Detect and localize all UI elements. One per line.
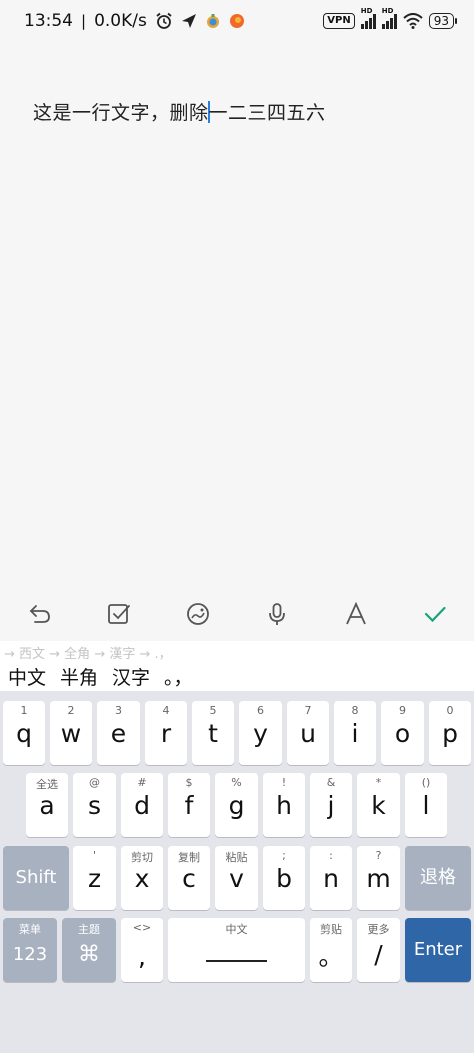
browser-notification-icon xyxy=(229,14,244,28)
done-button[interactable] xyxy=(415,594,455,634)
text-format-icon xyxy=(345,601,366,625)
hd-label-2: HD xyxy=(381,7,394,15)
menu-123-key[interactable]: 菜单 123 xyxy=(3,918,57,982)
key-x[interactable]: 剪切 x xyxy=(121,846,163,910)
checkmark-icon xyxy=(424,606,446,623)
editor-text[interactable]: 这是一行文字，删除一二三四五六 xyxy=(33,98,326,125)
key-g[interactable]: % g xyxy=(215,773,258,837)
ime-composition-hint: → 西文 → 全角 → 漢字 → .， xyxy=(4,647,172,662)
microphone-icon xyxy=(268,603,285,625)
candidate-item[interactable]: 中文 xyxy=(8,663,46,690)
undo-button[interactable] xyxy=(20,594,60,634)
key-h[interactable]: ! h xyxy=(263,773,305,837)
key-a[interactable]: 全选 a xyxy=(26,773,68,837)
status-bar: 13:54 | 0.0K/s VPN HD HD 93 xyxy=(0,0,474,42)
soft-keyboard: 1q 2w 3e 4r 5t 6y 7u 8i 9o 0p 全选 a @ s # d … xyxy=(0,691,474,1053)
key-u[interactable]: 7u xyxy=(287,701,329,765)
space-bar-line xyxy=(206,960,267,962)
editor-toolbar xyxy=(0,587,474,641)
key-e[interactable]: 3e xyxy=(97,701,140,765)
key-y[interactable]: 6y xyxy=(239,701,282,765)
alarm-icon xyxy=(156,12,172,29)
key-w[interactable]: 2w xyxy=(50,701,92,765)
ime-candidate-bar: → 西文 → 全角 → 漢字 → .， 中文 半角 汉字 。， xyxy=(0,641,474,691)
comma-key[interactable]: <>, xyxy=(121,918,163,982)
status-separator: | xyxy=(81,12,87,30)
text-format-button[interactable] xyxy=(336,594,376,634)
note-editor[interactable]: 这是一行文字，删除一二三四五六 xyxy=(0,42,474,587)
text-before-caret: 这是一行文字，删除 xyxy=(33,102,209,124)
candidate-item[interactable]: 半角 xyxy=(60,663,98,690)
key-v[interactable]: 粘贴 v xyxy=(215,846,258,910)
candidate-item[interactable]: 汉字 xyxy=(112,663,150,690)
key-k[interactable]: * k xyxy=(357,773,400,837)
key-z[interactable]: ' z xyxy=(73,846,116,910)
key-d[interactable]: # d xyxy=(121,773,163,837)
key-j[interactable]: & j xyxy=(310,773,352,837)
key-s[interactable]: @ s xyxy=(73,773,116,837)
key-p[interactable]: 0p xyxy=(429,701,471,765)
enter-key[interactable]: Enter xyxy=(405,918,471,982)
signal-icon-1: HD xyxy=(360,7,376,29)
signal-icon-2: HD xyxy=(381,7,397,29)
period-key[interactable]: 剪贴。 xyxy=(310,918,352,982)
undo-icon xyxy=(29,605,50,623)
key-m[interactable]: ? m xyxy=(357,846,400,910)
status-right: VPN HD HD 93 xyxy=(323,7,458,29)
key-r[interactable]: 4r xyxy=(145,701,187,765)
vpn-badge: VPN xyxy=(323,13,355,29)
sticker-icon xyxy=(186,603,209,625)
wifi-icon xyxy=(403,13,423,29)
text-after-caret: 一二三四五六 xyxy=(208,102,326,124)
voice-input-button[interactable] xyxy=(257,594,297,634)
key-l[interactable]: () l xyxy=(405,773,447,837)
space-key[interactable]: 中文 xyxy=(168,918,305,982)
key-i[interactable]: 8i xyxy=(334,701,376,765)
slash-key[interactable]: 更多 / xyxy=(357,918,400,982)
clock: 13:54 xyxy=(24,11,73,31)
sticker-button[interactable] xyxy=(178,594,218,634)
key-t[interactable]: 5t xyxy=(192,701,234,765)
key-o[interactable]: 9o xyxy=(381,701,424,765)
network-speed: 0.0K/s xyxy=(94,11,147,31)
app-notification-icon xyxy=(206,14,219,28)
backspace-key[interactable]: 退格 xyxy=(405,846,471,910)
command-icon: ⌘ xyxy=(78,942,100,967)
key-n[interactable]: :n xyxy=(310,846,352,910)
key-c[interactable]: 复制 c xyxy=(168,846,210,910)
hd-label-1: HD xyxy=(360,7,373,15)
paper-plane-icon xyxy=(181,14,196,28)
key-b[interactable]: ; b xyxy=(263,846,305,910)
status-left: 13:54 | 0.0K/s xyxy=(24,11,245,31)
checklist-icon xyxy=(107,604,130,624)
candidate-item[interactable]: 。， xyxy=(164,663,193,690)
key-q[interactable]: 1q xyxy=(3,701,45,765)
key-f[interactable]: $ f xyxy=(168,773,210,837)
shift-key[interactable]: Shift xyxy=(3,846,69,910)
theme-key[interactable]: 主题 ⌘ xyxy=(62,918,116,982)
candidate-list: 中文 半角 汉字 。， xyxy=(8,663,193,690)
battery-indicator: 93 xyxy=(428,13,458,29)
checklist-button[interactable] xyxy=(99,594,139,634)
